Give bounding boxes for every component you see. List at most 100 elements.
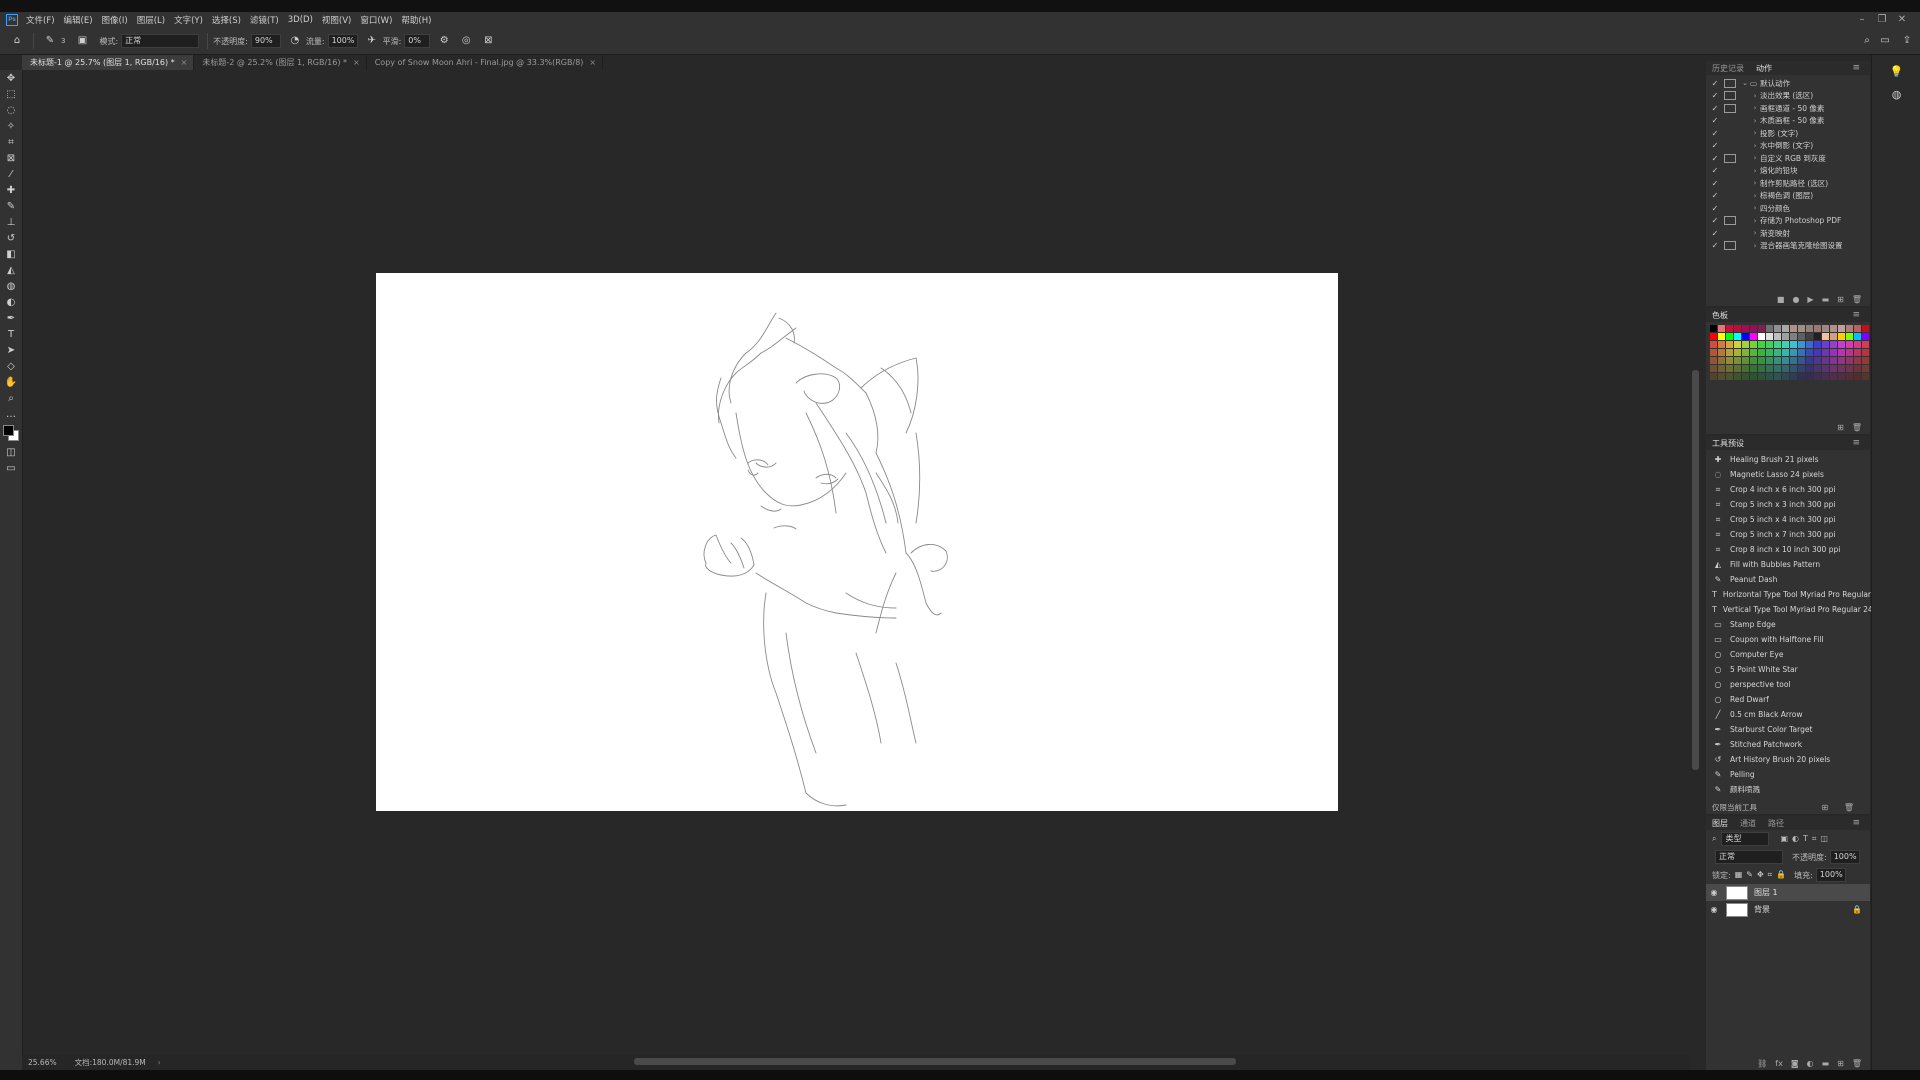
chevron-right-icon[interactable]: ›: [1750, 129, 1760, 137]
preset-item[interactable]: ◌ Magnetic Lasso 24 pixels: [1706, 467, 1870, 482]
quick-select-tool-icon[interactable]: ✧: [0, 118, 22, 134]
color-swatch[interactable]: [1734, 349, 1741, 356]
color-swatch[interactable]: [1798, 357, 1805, 364]
check-icon[interactable]: ✓: [1710, 79, 1720, 88]
color-swatch[interactable]: [1862, 373, 1869, 380]
shape-tool-icon[interactable]: ◇: [0, 358, 22, 374]
new-preset-icon[interactable]: ⊞: [1822, 803, 1829, 812]
panel-menu-icon[interactable]: ≡: [1846, 310, 1866, 320]
action-item[interactable]: ✓ › 存储为 Photoshop PDF: [1706, 215, 1870, 228]
dodge-tool-icon[interactable]: ◐: [0, 294, 22, 310]
action-item[interactable]: ✓ › 投影 (文字): [1706, 127, 1870, 140]
eraser-tool-icon[interactable]: ◧: [0, 246, 22, 262]
more-tools-icon[interactable]: …: [0, 406, 22, 422]
close-tab-icon[interactable]: ×: [589, 58, 596, 67]
color-swatch[interactable]: [1854, 341, 1861, 348]
color-swatch[interactable]: [1774, 349, 1781, 356]
share-icon[interactable]: ⇪: [1900, 34, 1914, 48]
color-swatch[interactable]: [1726, 357, 1733, 364]
color-swatch[interactable]: [1718, 357, 1725, 364]
color-swatch[interactable]: [1710, 373, 1717, 380]
gear-icon[interactable]: ⚙: [437, 34, 451, 48]
check-icon[interactable]: ✓: [1710, 216, 1720, 225]
pressure-size-icon[interactable]: ◎: [459, 34, 473, 48]
color-swatch[interactable]: [1774, 365, 1781, 372]
menu-view[interactable]: 视图(V): [322, 14, 351, 26]
layer-name[interactable]: 背景: [1754, 904, 1770, 915]
preset-item[interactable]: ✒ Starburst Color Target: [1706, 722, 1870, 737]
dialog-toggle-icon[interactable]: [1724, 91, 1736, 101]
lasso-tool-icon[interactable]: ◌: [0, 102, 22, 118]
crop-tool-icon[interactable]: ⌗: [0, 134, 22, 150]
color-swatch[interactable]: [1846, 333, 1853, 340]
action-item[interactable]: ✓ › 淡出效果 (选区): [1706, 90, 1870, 103]
color-swatch[interactable]: [1758, 357, 1765, 364]
preset-item[interactable]: T Horizontal Type Tool Myriad Pro Regular…: [1706, 587, 1877, 602]
color-swatch[interactable]: [1758, 373, 1765, 380]
color-swatch[interactable]: [1838, 333, 1845, 340]
tab-channels[interactable]: 通道: [1734, 818, 1762, 829]
color-swatch[interactable]: [1854, 357, 1861, 364]
hand-tool-icon[interactable]: ✋: [0, 374, 22, 390]
color-swatch[interactable]: [1806, 325, 1813, 332]
color-swatch[interactable]: [1822, 333, 1829, 340]
color-swatch[interactable]: [1830, 333, 1837, 340]
preset-item[interactable]: ○ perspective tool: [1706, 677, 1870, 692]
new-group-icon[interactable]: ▬: [1822, 1059, 1830, 1068]
color-swatch[interactable]: [1726, 365, 1733, 372]
preset-item[interactable]: ✎ 颜料喷溅: [1706, 782, 1870, 797]
check-icon[interactable]: ✓: [1710, 229, 1720, 238]
chevron-right-icon[interactable]: ›: [1750, 142, 1760, 150]
color-swatch[interactable]: [1790, 357, 1797, 364]
color-swatch[interactable]: [1758, 333, 1765, 340]
new-layer-icon[interactable]: ⊞: [1837, 1059, 1844, 1068]
record-icon[interactable]: ●: [1792, 295, 1799, 304]
type-tool-icon[interactable]: T: [0, 326, 22, 342]
color-swatch[interactable]: [1734, 357, 1741, 364]
color-swatch[interactable]: [1766, 325, 1773, 332]
color-swatch[interactable]: [1766, 357, 1773, 364]
shapes-icon[interactable]: ◍: [1889, 88, 1905, 101]
color-swatch[interactable]: [1862, 349, 1869, 356]
panel-menu-icon[interactable]: ≡: [1846, 63, 1866, 73]
color-swatch[interactable]: [1854, 333, 1861, 340]
color-swatch[interactable]: [1806, 373, 1813, 380]
smoothing-input[interactable]: 0%: [404, 34, 431, 48]
pen-tool-icon[interactable]: ✒: [0, 310, 22, 326]
preset-item[interactable]: ⌗ Crop 4 inch x 6 inch 300 ppi: [1706, 482, 1870, 497]
workspace-icon[interactable]: ▭: [1878, 34, 1892, 48]
pressure-opacity-icon[interactable]: ◔: [288, 34, 302, 48]
color-swatch[interactable]: [1790, 341, 1797, 348]
color-swatch[interactable]: [1726, 341, 1733, 348]
chevron-right-icon[interactable]: ›: [1750, 154, 1760, 162]
color-swatch[interactable]: [1742, 349, 1749, 356]
frame-tool-icon[interactable]: ⊠: [0, 150, 22, 166]
color-swatch[interactable]: [1734, 333, 1741, 340]
tab-history[interactable]: 历史记录: [1706, 63, 1750, 74]
color-swatch[interactable]: [1734, 325, 1741, 332]
preset-item[interactable]: ✚ Healing Brush 21 pixels: [1706, 452, 1870, 467]
action-item[interactable]: ✓ › 木质画框 - 50 像素: [1706, 115, 1870, 128]
color-swatch[interactable]: [1814, 349, 1821, 356]
color-swatch[interactable]: [1846, 349, 1853, 356]
color-swatch[interactable]: [1838, 341, 1845, 348]
tab-paths[interactable]: 路径: [1762, 818, 1790, 829]
check-icon[interactable]: ✓: [1710, 141, 1720, 150]
check-icon[interactable]: ✓: [1710, 154, 1720, 163]
chevron-right-icon[interactable]: ›: [1750, 117, 1760, 125]
dialog-toggle-icon[interactable]: [1724, 153, 1736, 163]
color-swatch[interactable]: [1766, 349, 1773, 356]
color-swatch[interactable]: [1750, 373, 1757, 380]
color-swatch[interactable]: [1758, 349, 1765, 356]
color-swatch[interactable]: [1742, 357, 1749, 364]
color-swatch[interactable]: [1790, 365, 1797, 372]
preset-item[interactable]: ⌗ Crop 5 inch x 3 inch 300 ppi: [1706, 497, 1870, 512]
color-swatch[interactable]: [1822, 349, 1829, 356]
link-layers-icon[interactable]: ⛓: [1757, 1059, 1767, 1068]
color-swatch[interactable]: [1710, 333, 1717, 340]
color-swatch[interactable]: [1750, 325, 1757, 332]
color-swatch[interactable]: [1742, 333, 1749, 340]
tab-tool-presets[interactable]: 工具预设: [1706, 438, 1750, 449]
check-icon[interactable]: ✓: [1710, 91, 1720, 100]
color-swatch[interactable]: [1830, 357, 1837, 364]
